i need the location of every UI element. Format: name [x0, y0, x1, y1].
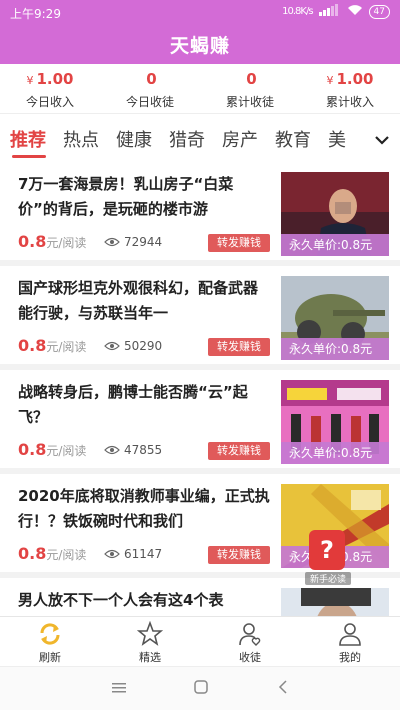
article-title[interactable]: 国产球形坦克外观很科幻，配备武器能行驶，与苏联当年一: [18, 276, 270, 326]
eye-icon: [104, 549, 120, 559]
stat-total-apprentices[interactable]: 0 累计收徒: [200, 64, 300, 113]
refresh-icon: [40, 623, 60, 645]
home-icon[interactable]: [194, 679, 208, 698]
status-time: 上午9:29: [10, 7, 61, 21]
price-value: 0.8: [18, 544, 47, 563]
view-count: 50290: [124, 339, 163, 353]
nav-label: 刷新: [39, 651, 61, 664]
article-views: 50290: [104, 339, 162, 353]
share-earn-button[interactable]: 转发赚钱: [208, 442, 270, 460]
article-views: 61147: [104, 547, 162, 561]
stat-label: 累计收入: [325, 95, 374, 109]
currency-symbol: ¥: [326, 74, 334, 87]
view-count: 47855: [124, 443, 163, 457]
article-views: 47855: [104, 443, 162, 457]
battery-indicator: 47: [368, 4, 390, 19]
article-thumbnail[interactable]: 永久单价:0.8元: [281, 276, 389, 360]
article-title[interactable]: 战略转身后，鹏博士能否腾“云”起飞？: [18, 380, 270, 430]
profile-icon: [339, 623, 361, 646]
stat-value: 0: [246, 70, 257, 88]
share-earn-button[interactable]: 转发赚钱: [208, 338, 270, 356]
app-header: 上午9:29 10.8K/s 47 天蝎赚: [0, 0, 400, 64]
tab-curious[interactable]: 猎奇: [169, 126, 205, 152]
status-right: 10.8K/s 47: [282, 4, 390, 19]
unit-price-label: 永久单价:0.8元: [281, 338, 389, 360]
price-value: 0.8: [18, 232, 47, 251]
beginner-guide-badge[interactable]: ? 新手必读: [305, 530, 351, 590]
apprentice-icon: [239, 623, 261, 646]
article-item[interactable]: 国产球形坦克外观很科幻，配备武器能行驶，与苏联当年一 0.8元/阅读 50290…: [0, 266, 400, 370]
article-item[interactable]: 7万一套海景房！乳山房子“白菜价”的背后，是玩砸的楼市游 0.8元/阅读 729…: [0, 162, 400, 266]
view-count: 72944: [124, 235, 163, 249]
price-value: 0.8: [18, 336, 47, 355]
stat-today-apprentices[interactable]: 0 今日收徒: [100, 64, 200, 113]
eye-icon: [104, 237, 120, 247]
price-unit: 元/阅读: [46, 444, 87, 458]
nav-apprentice[interactable]: 收徒: [200, 617, 300, 666]
article-price: 0.8元/阅读: [18, 440, 86, 459]
stat-total-income[interactable]: ¥1.00 累计收入: [300, 64, 400, 113]
menu-icon[interactable]: [112, 679, 126, 698]
thumbnail-image: [281, 588, 389, 616]
wifi-icon: [347, 4, 363, 19]
stat-label: 今日收入: [25, 95, 74, 109]
share-earn-button[interactable]: 转发赚钱: [208, 234, 270, 252]
app-title: 天蝎赚: [169, 35, 230, 57]
article-title[interactable]: 7万一套海景房！乳山房子“白菜价”的背后，是玩砸的楼市游: [18, 172, 270, 222]
article-price: 0.8元/阅读: [18, 336, 86, 355]
article-price: 0.8元/阅读: [18, 232, 86, 251]
tab-education[interactable]: 教育: [275, 126, 311, 152]
price-value: 0.8: [18, 440, 47, 459]
stat-today-income[interactable]: ¥1.00 今日收入: [0, 64, 100, 113]
article-thumbnail[interactable]: [281, 588, 389, 616]
tab-beauty[interactable]: 美: [328, 126, 346, 152]
article-item[interactable]: 战略转身后，鹏博士能否腾“云”起飞？ 0.8元/阅读 47855 转发赚钱 永久…: [0, 370, 400, 474]
tab-health[interactable]: 健康: [116, 126, 152, 152]
back-icon[interactable]: [278, 679, 288, 698]
chevron-down-icon[interactable]: [372, 130, 392, 150]
stat-label: 今日收徒: [125, 95, 174, 109]
nav-label: 收徒: [239, 651, 261, 664]
currency-symbol: ¥: [26, 74, 34, 87]
share-earn-button[interactable]: 转发赚钱: [208, 546, 270, 564]
article-thumbnail[interactable]: 永久单价:0.8元: [281, 380, 389, 464]
article-price: 0.8元/阅读: [18, 544, 86, 563]
tab-property[interactable]: 房产: [222, 126, 258, 152]
bottom-nav: 刷新 精选 收徒 我的: [0, 616, 400, 666]
eye-icon: [104, 341, 120, 351]
status-bar: 上午9:29 10.8K/s 47: [0, 0, 400, 24]
article-title[interactable]: 男人放不下一个人会有这4个表: [18, 588, 270, 613]
tab-row: 推荐 热点 健康 猎奇 房产 教育美: [10, 126, 365, 160]
nav-profile[interactable]: 我的: [300, 617, 400, 666]
article-title[interactable]: 2020年底将取消教师事业编，正式执行！？铁饭碗时代和我们: [18, 484, 270, 534]
beginner-guide-caption: 新手必读: [305, 572, 351, 585]
price-unit: 元/阅读: [46, 548, 87, 562]
nav-label: 精选: [139, 651, 161, 664]
tab-hot[interactable]: 热点: [63, 126, 99, 152]
earnings-stats: ¥1.00 今日收入 0 今日收徒 0 累计收徒 ¥1.00 累计收入: [0, 64, 400, 114]
category-tabs: 推荐 热点 健康 猎奇 房产 教育美: [0, 122, 400, 162]
stat-value: 1.00: [336, 70, 374, 88]
signal-icon: [318, 4, 341, 19]
system-nav-bar: [0, 666, 400, 710]
price-unit: 元/阅读: [46, 340, 87, 354]
help-icon: ?: [309, 530, 345, 570]
stat-value: 0: [146, 70, 157, 88]
nav-refresh[interactable]: 刷新: [0, 617, 100, 666]
tab-recommend[interactable]: 推荐: [10, 126, 46, 152]
price-unit: 元/阅读: [46, 236, 87, 250]
nav-label: 我的: [339, 651, 361, 664]
article-views: 72944: [104, 235, 162, 249]
unit-price-label: 永久单价:0.8元: [281, 234, 389, 256]
unit-price-label: 永久单价:0.8元: [281, 442, 389, 464]
view-count: 61147: [124, 547, 163, 561]
network-speed: 10.8K/s: [282, 6, 313, 17]
article-thumbnail[interactable]: 永久单价:0.8元: [281, 172, 389, 256]
stat-value: 1.00: [36, 70, 74, 88]
active-tab-indicator: [12, 155, 46, 158]
star-icon: [137, 621, 163, 646]
stat-label: 累计收徒: [225, 95, 274, 109]
eye-icon: [104, 445, 120, 455]
nav-featured[interactable]: 精选: [100, 617, 200, 666]
